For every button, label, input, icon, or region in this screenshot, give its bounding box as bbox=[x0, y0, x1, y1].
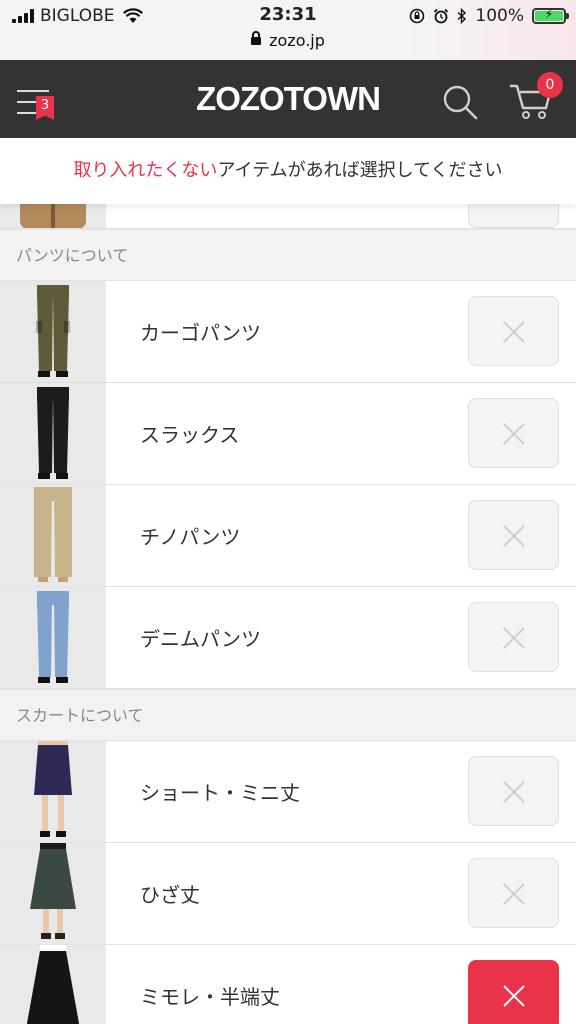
item-thumbnail bbox=[0, 843, 106, 944]
address-bar[interactable]: zozo.jp bbox=[0, 31, 576, 50]
list-item: デニムパンツ bbox=[0, 587, 576, 689]
alarm-icon bbox=[434, 8, 449, 24]
exclude-toggle[interactable] bbox=[468, 296, 559, 366]
bluetooth-icon bbox=[457, 8, 467, 24]
item-thumbnail bbox=[0, 204, 106, 228]
section-header: スカートについて bbox=[0, 689, 576, 741]
close-icon bbox=[503, 627, 525, 649]
lock-icon bbox=[251, 31, 262, 45]
item-thumbnail bbox=[0, 281, 106, 382]
list-item: スラックス bbox=[0, 383, 576, 485]
item-thumbnail bbox=[0, 741, 106, 842]
item-label: チノパンツ bbox=[140, 525, 241, 549]
exclude-toggle[interactable] bbox=[468, 204, 559, 228]
list-item: ショート・ミニ丈 bbox=[0, 741, 576, 843]
site-logo[interactable]: ZOZOTOWN bbox=[0, 80, 576, 118]
exclude-toggle[interactable] bbox=[468, 858, 559, 928]
section-header: パンツについて bbox=[0, 229, 576, 281]
item-thumbnail bbox=[0, 383, 106, 484]
site-header: 3 ZOZOTOWN bbox=[0, 60, 576, 138]
list-item-partial bbox=[0, 204, 576, 229]
item-label: スラックス bbox=[140, 423, 240, 447]
battery-icon: ⚡ bbox=[532, 7, 569, 24]
exclude-toggle[interactable] bbox=[468, 500, 559, 570]
item-label: カーゴパンツ bbox=[140, 321, 261, 345]
item-thumbnail bbox=[0, 587, 106, 688]
item-label: ミモレ・半端丈 bbox=[140, 985, 280, 1009]
search-icon[interactable] bbox=[442, 84, 478, 120]
status-bar: BIGLOBE 23:31 100% ⚡ zozo.jp bbox=[0, 0, 576, 60]
close-icon bbox=[503, 321, 525, 343]
instruction-banner: 取り入れたくないアイテムがあれば選択してください bbox=[0, 138, 576, 204]
status-right: 100% ⚡ bbox=[409, 4, 569, 28]
list-item: ひざ丈 bbox=[0, 843, 576, 945]
battery-percent: 100% bbox=[475, 6, 524, 26]
preference-list: パンツについてカーゴパンツ スラックスチノパンツデニムパンツスカートについてショー… bbox=[0, 204, 576, 1024]
exclude-toggle[interactable] bbox=[468, 602, 559, 672]
url-text: zozo.jp bbox=[269, 31, 325, 50]
close-icon bbox=[503, 423, 525, 445]
exclude-toggle[interactable] bbox=[468, 960, 559, 1024]
close-icon bbox=[503, 525, 525, 547]
item-label: デニムパンツ bbox=[140, 627, 261, 651]
list-item: チノパンツ bbox=[0, 485, 576, 587]
list-item: ミモレ・半端丈 bbox=[0, 945, 576, 1024]
rotation-lock-icon bbox=[410, 8, 425, 24]
cart-count-badge: 0 bbox=[537, 72, 563, 98]
exclude-toggle[interactable] bbox=[468, 398, 559, 468]
item-label: ショート・ミニ丈 bbox=[140, 781, 300, 805]
exclude-toggle[interactable] bbox=[468, 756, 559, 826]
instruction-highlight: 取り入れたくない bbox=[73, 160, 218, 181]
item-label: ひざ丈 bbox=[140, 883, 200, 907]
close-icon bbox=[503, 781, 525, 803]
item-thumbnail bbox=[0, 485, 106, 586]
item-thumbnail bbox=[0, 945, 106, 1024]
close-icon bbox=[503, 985, 525, 1007]
instruction-text: アイテムがあれば選択してください bbox=[217, 160, 503, 181]
close-icon bbox=[503, 883, 525, 905]
list-item: カーゴパンツ bbox=[0, 281, 576, 383]
